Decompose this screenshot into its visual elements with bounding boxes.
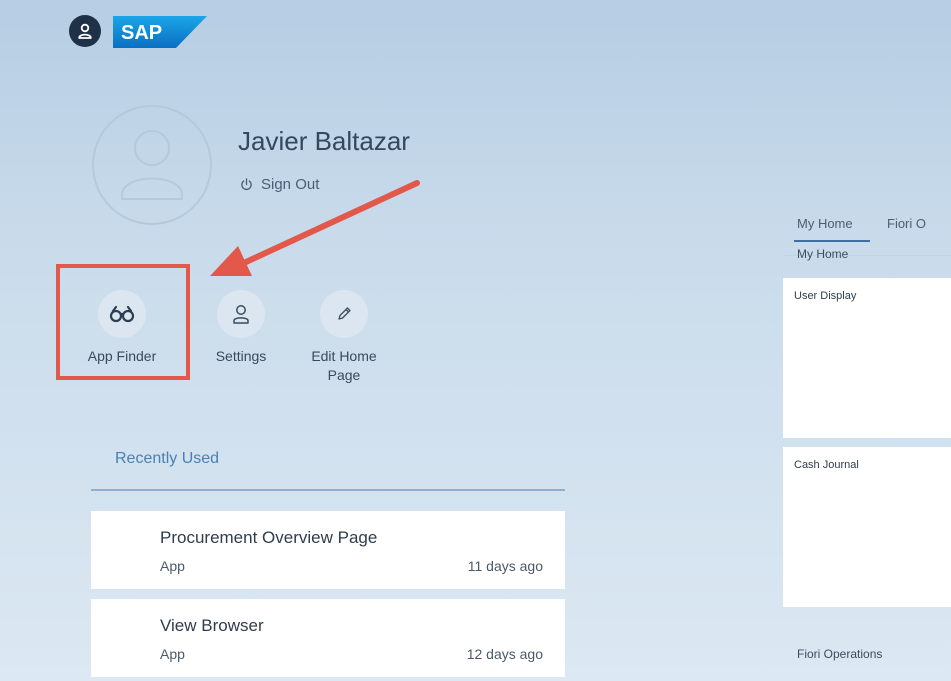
section-title-fiori-operations: Fiori Operations: [797, 647, 883, 661]
recent-item-title: View Browser: [160, 616, 264, 635]
user-icon-glyph: [78, 23, 92, 39]
app-finder-highlight-box: [56, 264, 190, 380]
edit-home-page-label: Edit Home Page: [311, 347, 376, 385]
recent-item-type: App: [160, 646, 185, 662]
recent-item[interactable]: View Browser App 12 days ago: [91, 599, 565, 677]
edit-home-page-label-line1: Edit Home: [311, 348, 377, 364]
user-placeholder-icon: [121, 130, 183, 200]
user-name: Javier Baltazar: [238, 126, 410, 156]
sap-logo: SAP: [113, 16, 207, 48]
section-title-my-home: My Home: [797, 247, 849, 261]
profile-avatar: [92, 105, 212, 225]
power-icon: [241, 178, 252, 190]
edit-home-page-button[interactable]: Edit Home Page: [294, 290, 394, 385]
user-icon[interactable]: [69, 15, 101, 47]
recently-used-divider: [91, 489, 565, 491]
recent-item-title: Procurement Overview Page: [160, 528, 378, 547]
settings-label: Settings: [215, 348, 267, 364]
settings-circle: [217, 290, 265, 338]
tile-title: Cash Journal: [794, 459, 859, 471]
sign-out-link[interactable]: Sign Out: [240, 176, 319, 193]
tile-user-display[interactable]: User Display: [783, 278, 951, 438]
recent-item-date: 12 days ago: [466, 646, 543, 662]
sap-logo-text: SAP: [121, 22, 162, 44]
tab-fiori-operations[interactable]: Fiori O: [887, 216, 926, 231]
sign-out-label: Sign Out: [261, 176, 320, 193]
pencil-icon: [338, 307, 351, 320]
recent-item-date: 11 days ago: [467, 558, 543, 574]
tile-cash-journal[interactable]: Cash Journal: [783, 447, 951, 607]
active-tab-indicator: [794, 240, 870, 242]
recently-used-tab[interactable]: Recently Used: [115, 450, 219, 468]
tile-title: User Display: [794, 290, 857, 302]
settings-button[interactable]: Settings: [198, 290, 284, 366]
recent-item-type: App: [160, 558, 185, 574]
tab-my-home[interactable]: My Home: [797, 216, 853, 231]
person-icon: [233, 305, 249, 324]
launchpad-me-area: SAP Javier Baltazar Sign Out App Finder: [0, 0, 951, 681]
edit-home-page-circle: [320, 290, 368, 338]
edit-home-page-label-line2: Page: [327, 367, 361, 383]
recent-item[interactable]: Procurement Overview Page App 11 days ag…: [91, 511, 565, 589]
